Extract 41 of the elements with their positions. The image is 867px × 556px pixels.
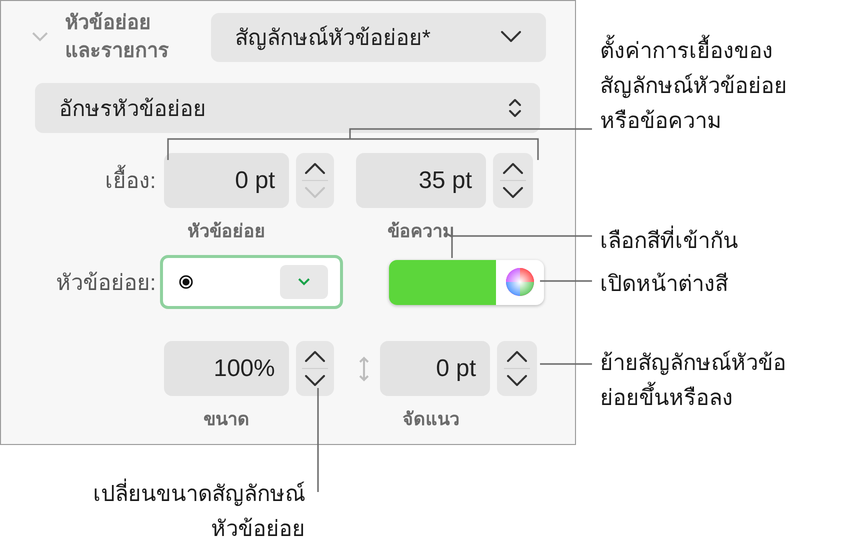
callout-text: ย้ายสัญลักษณ์หัวข้อ ย่อยขึ้นหรือลง [600, 349, 786, 412]
chevron-down-icon [506, 375, 528, 387]
number-field[interactable]: 100% [164, 341, 289, 396]
stepper[interactable] [493, 153, 533, 208]
callout-text: เลือกสีที่เข้ากัน [600, 223, 738, 258]
section-title: หัวข้อย่อย และรายการ [65, 10, 170, 64]
field-caption: ข้อความ [386, 220, 456, 243]
field-caption: ขนาด [202, 408, 250, 431]
bullet-type-popup[interactable]: อักษรหัวข้อย่อย [35, 83, 540, 133]
bullet-field[interactable] [160, 255, 343, 309]
color-swatch[interactable] [389, 260, 496, 304]
dropdown-button[interactable] [280, 265, 328, 299]
chevron-down-icon [304, 187, 326, 199]
leader-line [540, 280, 592, 282]
number-field[interactable]: 35 pt [356, 153, 486, 208]
up-down-chevron-icon [508, 97, 522, 119]
stepper[interactable] [296, 341, 334, 396]
bullet-label: หัวข้อย่อย: [54, 268, 156, 296]
chevron-down-icon [298, 278, 310, 286]
number-field[interactable]: 0 pt [380, 341, 490, 396]
chevron-up-icon [304, 350, 326, 362]
chevron-down-icon [500, 31, 522, 43]
chevron-up-icon [304, 162, 326, 174]
vertical-arrows-icon [358, 356, 370, 382]
callout-text: เปลี่ยนขนาดสัญลักษณ์ หัวข้อย่อย [93, 476, 305, 546]
stepper[interactable] [497, 341, 537, 396]
chevron-up-icon [506, 350, 528, 362]
field-caption: จัดแนว [402, 408, 460, 431]
chevron-down-icon [304, 375, 326, 387]
bullet-icon [179, 275, 193, 289]
field-caption: หัวข้อย่อย [186, 220, 266, 243]
callout-text: ตั้งค่าการเยื้องของ สัญลักษณ์หัวข้อย่อย หรือข้อความ [600, 33, 787, 138]
number-field[interactable]: 0 pt [164, 153, 289, 208]
disclosure-chevron-icon[interactable] [32, 32, 48, 42]
color-wheel-icon [505, 267, 535, 297]
list-style-popup[interactable]: สัญลักษณ์หัวข้อย่อย* [211, 12, 546, 62]
chevron-up-icon [502, 162, 524, 174]
callout-text: เปิดหน้าต่างสี [600, 270, 728, 298]
indent-label: เยื้อง: [1, 164, 156, 197]
leader-line [540, 363, 592, 365]
chevron-down-icon [502, 187, 524, 199]
